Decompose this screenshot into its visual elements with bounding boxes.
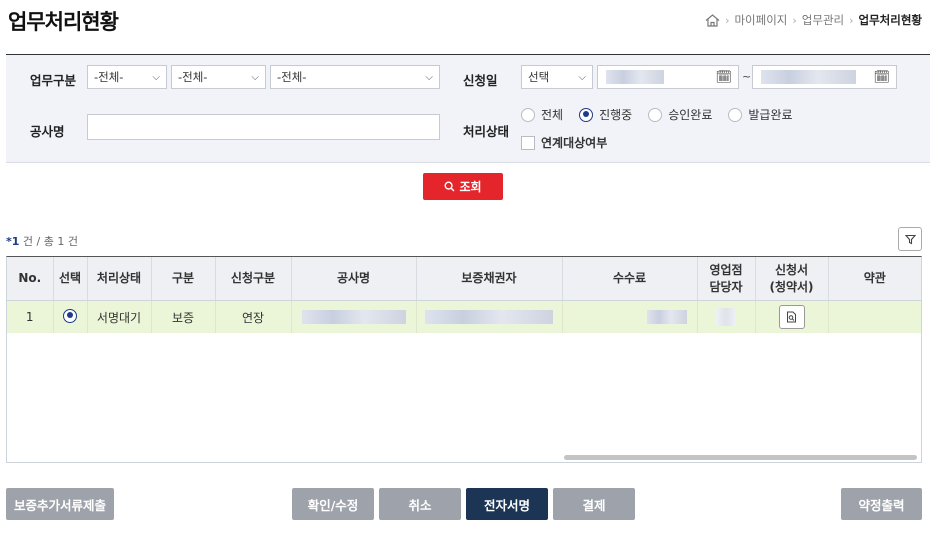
status-label: 처리상태 bbox=[463, 124, 510, 139]
status-radio-in-progress[interactable]: 진행중 bbox=[579, 106, 632, 123]
table-row[interactable]: 1 서명대기 보증 연장 bbox=[7, 300, 921, 333]
chevron-down-icon: ⌵ bbox=[425, 71, 433, 83]
biz-type-select-2-value: -전체- bbox=[178, 70, 208, 84]
submit-additional-docs-button[interactable]: 보증추가서류제출 bbox=[6, 488, 114, 520]
checkbox-icon bbox=[521, 135, 535, 150]
col-header-select: 선택 bbox=[53, 257, 88, 301]
status-radio-group: 전체 진행중 승인완료 발급완료 bbox=[521, 106, 793, 123]
manager-value-redacted bbox=[716, 308, 736, 326]
radio-icon bbox=[648, 107, 663, 122]
chevron-down-icon: ⌵ bbox=[152, 71, 160, 83]
apply-date-label: 신청일 bbox=[463, 73, 498, 88]
col-header-type: 구분 bbox=[151, 257, 216, 301]
result-unit: 건 / 총 bbox=[22, 235, 54, 248]
status-radio-approved[interactable]: 승인완료 bbox=[648, 106, 712, 123]
status-radio-all[interactable]: 전체 bbox=[521, 106, 563, 123]
date-separator: ~ bbox=[742, 70, 752, 83]
page-title: 업무처리현황 bbox=[8, 10, 119, 34]
filter-button[interactable] bbox=[898, 227, 922, 251]
breadcrumb-separator-icon: › bbox=[849, 13, 854, 27]
cell-fee-redacted bbox=[562, 300, 698, 333]
search-icon bbox=[444, 181, 455, 192]
cell-application bbox=[755, 300, 829, 333]
document-search-icon bbox=[787, 311, 796, 323]
linked-target-checkbox[interactable]: 연계대상여부 bbox=[521, 134, 607, 151]
radio-selected-icon bbox=[579, 107, 594, 122]
breadcrumb-mypage[interactable]: 마이페이지 bbox=[734, 12, 787, 28]
project-name-label: 공사명 bbox=[30, 124, 65, 139]
result-table: No. 선택 처리상태 구분 신청구분 공사명 보증채권자 수수료 영업점 담당… bbox=[6, 256, 922, 463]
end-date-field[interactable]: 🗓 bbox=[752, 65, 897, 89]
table-header-row: No. 선택 처리상태 구분 신청구분 공사명 보증채권자 수수료 영업점 담당… bbox=[7, 257, 921, 301]
project-value-redacted bbox=[301, 310, 406, 324]
status-radio-in-progress-label: 진행중 bbox=[599, 108, 633, 122]
fee-value-redacted bbox=[646, 310, 687, 324]
cell-apply-type: 연장 bbox=[215, 300, 292, 333]
cell-type: 보증 bbox=[151, 300, 216, 333]
status-radio-issued[interactable]: 발급완료 bbox=[728, 106, 793, 123]
col-header-terms: 약관 bbox=[828, 257, 921, 301]
result-total-unit: 건 bbox=[67, 235, 78, 248]
breadcrumb-work[interactable]: 업무관리 bbox=[802, 12, 844, 28]
creditor-value-redacted bbox=[425, 310, 553, 324]
biz-type-select-1[interactable]: -전체- ⌵ bbox=[87, 65, 167, 89]
search-button-label: 조회 bbox=[459, 180, 482, 194]
status-radio-approved-label: 승인완료 bbox=[668, 108, 713, 122]
filter-icon bbox=[904, 234, 916, 244]
col-header-apply-type: 신청구분 bbox=[215, 257, 292, 301]
result-count: *1 건 / 총 1 건 bbox=[6, 233, 78, 249]
start-date-value-redacted bbox=[606, 70, 664, 84]
confirm-edit-button[interactable]: 확인/수정 bbox=[292, 488, 374, 520]
print-agreement-button[interactable]: 약정출력 bbox=[841, 488, 922, 520]
status-radio-all-label: 전체 bbox=[541, 108, 564, 122]
apply-date-select[interactable]: 선택 ⌵ bbox=[521, 65, 593, 89]
cell-select[interactable] bbox=[53, 300, 88, 333]
calendar-icon[interactable]: 🗓 bbox=[715, 70, 732, 85]
col-header-status: 처리상태 bbox=[87, 257, 152, 301]
breadcrumb-separator-icon: › bbox=[725, 13, 730, 27]
biz-type-select-2[interactable]: -전체- ⌵ bbox=[171, 65, 266, 89]
cell-status: 서명대기 bbox=[87, 300, 152, 333]
cell-project-redacted bbox=[291, 300, 417, 333]
cell-terms bbox=[828, 300, 921, 333]
cell-no: 1 bbox=[7, 300, 54, 333]
col-header-fee: 수수료 bbox=[562, 257, 698, 301]
cancel-button[interactable]: 취소 bbox=[379, 488, 461, 520]
breadcrumb: › 마이페이지 › 업무관리 › 업무처리현황 bbox=[705, 12, 922, 28]
radio-icon bbox=[521, 107, 535, 122]
home-icon[interactable] bbox=[705, 13, 720, 27]
calendar-icon[interactable]: 🗓 bbox=[873, 70, 890, 85]
col-header-no: No. bbox=[7, 257, 54, 301]
biz-type-select-3[interactable]: -전체- ⌵ bbox=[270, 65, 440, 89]
chevron-down-icon: ⌵ bbox=[251, 71, 259, 83]
end-date-value-redacted bbox=[761, 70, 856, 84]
breadcrumb-current: 업무처리현황 bbox=[858, 13, 922, 27]
cell-creditor-redacted bbox=[416, 300, 563, 333]
view-application-button[interactable] bbox=[778, 305, 805, 329]
linked-target-label: 연계대상여부 bbox=[541, 136, 608, 150]
status-radio-issued-label: 발급완료 bbox=[748, 108, 793, 122]
chevron-down-icon: ⌵ bbox=[578, 71, 586, 83]
row-radio-selected-icon[interactable] bbox=[63, 308, 77, 323]
col-header-creditor: 보증채권자 bbox=[416, 257, 563, 301]
result-total-count: 1 bbox=[57, 235, 65, 248]
search-button[interactable]: 조회 bbox=[423, 173, 503, 200]
payment-button[interactable]: 결제 bbox=[553, 488, 635, 520]
biz-type-label: 업무구분 bbox=[30, 73, 77, 88]
radio-icon bbox=[728, 107, 743, 122]
biz-type-select-3-value: -전체- bbox=[277, 70, 307, 84]
cell-manager-redacted bbox=[697, 300, 756, 333]
breadcrumb-separator-icon: › bbox=[792, 13, 797, 27]
col-header-application: 신청서 (청약서) bbox=[755, 257, 829, 301]
e-sign-button[interactable]: 전자서명 bbox=[466, 488, 548, 520]
col-header-manager: 영업점 담당자 bbox=[697, 257, 756, 301]
result-current-count: 1 bbox=[11, 235, 20, 248]
horizontal-scrollbar[interactable] bbox=[564, 455, 917, 460]
col-header-project: 공사명 bbox=[291, 257, 417, 301]
start-date-field[interactable]: 🗓 bbox=[597, 65, 739, 89]
project-name-input[interactable] bbox=[87, 114, 440, 140]
biz-type-select-1-value: -전체- bbox=[94, 70, 124, 84]
apply-date-select-value: 선택 bbox=[528, 70, 550, 84]
